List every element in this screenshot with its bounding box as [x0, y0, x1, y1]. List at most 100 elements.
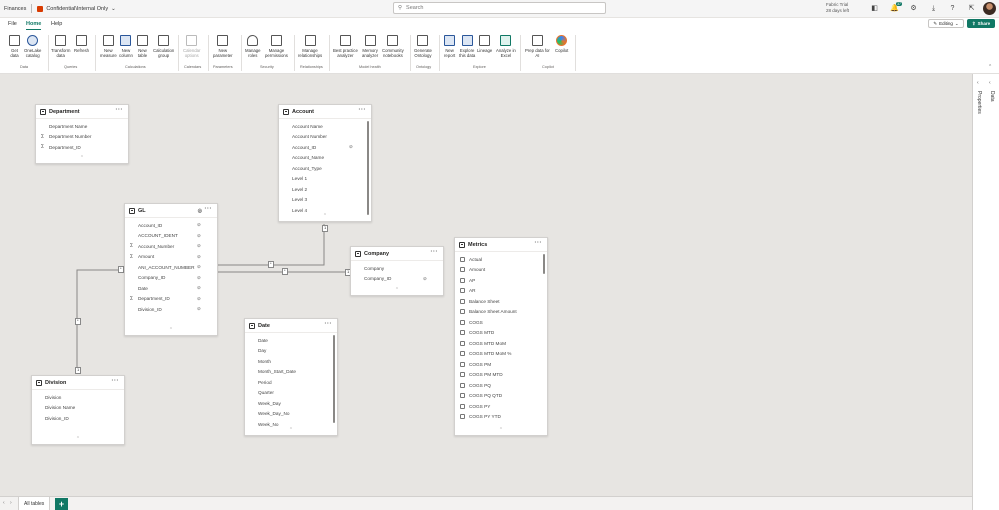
more-options-icon[interactable]: ···: [205, 206, 213, 212]
hidden-field-icon[interactable]: ⊘: [197, 254, 201, 260]
collapse-card-icon[interactable]: ⌃: [245, 427, 337, 433]
properties-pane-tab[interactable]: Properties: [976, 91, 982, 114]
field-row[interactable]: Account Name: [279, 121, 371, 132]
field-row[interactable]: Actual: [455, 254, 547, 265]
field-row[interactable]: Amount: [455, 265, 547, 276]
field-row[interactable]: Level 2: [279, 184, 371, 195]
field-row[interactable]: Department Name: [36, 121, 128, 132]
table-card-company[interactable]: Company ··· Company Company_ID ⊘ ⌃: [350, 246, 444, 296]
field-row[interactable]: COGS: [455, 317, 547, 328]
hidden-field-icon[interactable]: ⊘: [197, 285, 201, 291]
field-row[interactable]: AR: [455, 286, 547, 297]
field-row[interactable]: Division Name: [32, 403, 124, 414]
field-row[interactable]: Day: [245, 346, 337, 357]
field-row[interactable]: COGS PQ QTD: [455, 391, 547, 402]
field-row[interactable]: Account_ID ⊘: [279, 142, 371, 153]
field-row[interactable]: COGS MTD MoM: [455, 338, 547, 349]
field-row[interactable]: COGS PM: [455, 359, 547, 370]
collapse-card-icon[interactable]: ⌃: [455, 427, 547, 433]
field-row[interactable]: Account_Name: [279, 153, 371, 164]
table-card-account[interactable]: Account ··· Account Name Account Number Ac…: [278, 104, 372, 222]
field-row[interactable]: Week_Day: [245, 398, 337, 409]
field-row[interactable]: ACCOUNT_IDENT ⊘: [125, 231, 217, 242]
field-row[interactable]: Σ Account_Number ⊘: [125, 241, 217, 252]
hidden-field-icon[interactable]: ⊘: [197, 233, 201, 239]
more-options-icon[interactable]: ···: [359, 107, 367, 113]
more-options-icon[interactable]: ···: [116, 107, 124, 113]
table-card-date[interactable]: Date ··· Date Day Month Month_Start_Date Per…: [244, 318, 338, 436]
hidden-field-icon[interactable]: ⊘: [197, 275, 201, 281]
tab-all-tables[interactable]: All tables: [18, 497, 51, 510]
table-card-metrics[interactable]: Metrics ··· Actual Amount AP AR Balance Shee…: [454, 237, 548, 436]
field-row[interactable]: Division: [32, 392, 124, 403]
table-header[interactable]: Date ···: [245, 319, 337, 333]
add-layout-button[interactable]: +: [55, 498, 68, 510]
table-header[interactable]: Account ···: [279, 105, 371, 119]
field-row[interactable]: Month: [245, 356, 337, 367]
field-row[interactable]: Division_ID: [32, 413, 124, 424]
field-row[interactable]: COGS MTD MoM %: [455, 349, 547, 360]
hidden-field-icon[interactable]: ⊘: [349, 144, 353, 150]
expand-data-icon[interactable]: ‹: [989, 80, 991, 86]
field-row[interactable]: Σ Department Number: [36, 132, 128, 143]
data-pane-tab[interactable]: Data: [989, 91, 995, 102]
table-header[interactable]: GL ◎ ···: [125, 204, 217, 218]
field-row[interactable]: Σ Department_ID ⊘: [125, 294, 217, 305]
hidden-field-icon[interactable]: ⊘: [197, 296, 201, 302]
field-row[interactable]: Month_Start_Date: [245, 367, 337, 378]
hidden-field-icon[interactable]: ⊘: [423, 276, 427, 282]
collapse-card-icon[interactable]: ⌃: [32, 436, 124, 442]
hidden-field-icon[interactable]: ⊘: [197, 306, 201, 312]
field-row[interactable]: Company: [351, 263, 443, 274]
table-card-department[interactable]: Department ··· Department Name Σ Departmen…: [35, 104, 129, 164]
field-row[interactable]: Week_Day_No: [245, 409, 337, 420]
field-row[interactable]: Date ⊘: [125, 283, 217, 294]
field-row[interactable]: Balance Sheet: [455, 296, 547, 307]
collapse-card-icon[interactable]: ⌃: [36, 155, 128, 161]
field-row[interactable]: Company_ID ⊘: [125, 273, 217, 284]
field-row[interactable]: Balance Sheet Amount: [455, 307, 547, 318]
collapse-card-icon[interactable]: ⌃: [125, 327, 217, 333]
field-row[interactable]: Account Number: [279, 132, 371, 143]
table-header[interactable]: Department ···: [36, 105, 128, 119]
more-options-icon[interactable]: ···: [431, 249, 439, 255]
field-row[interactable]: COGS PM MTD: [455, 370, 547, 381]
hidden-field-icon[interactable]: ⊘: [197, 222, 201, 228]
field-row[interactable]: Σ Amount ⊘: [125, 252, 217, 263]
field-row[interactable]: COGS PQ: [455, 380, 547, 391]
table-card-gl[interactable]: GL ◎ ··· Account_ID ⊘ ACCOUNT_IDENT ⊘ Σ Accou…: [124, 203, 218, 336]
hidden-field-icon[interactable]: ⊘: [197, 243, 201, 249]
table-header[interactable]: Metrics ···: [455, 238, 547, 252]
field-row[interactable]: ANI_ACCOUNT_NUMBER ⊘: [125, 262, 217, 273]
more-options-icon[interactable]: ···: [325, 321, 333, 327]
collapse-card-icon[interactable]: ⌃: [279, 213, 371, 219]
scrollbar[interactable]: [333, 335, 335, 423]
field-row[interactable]: COGS PY YTD: [455, 412, 547, 423]
more-options-icon[interactable]: ···: [535, 240, 543, 246]
previous-tab-icon[interactable]: ‹: [3, 500, 5, 506]
table-card-division[interactable]: Division ··· Division Division Name Divisi…: [31, 375, 125, 445]
field-row[interactable]: Period: [245, 377, 337, 388]
field-row[interactable]: Date: [245, 335, 337, 346]
field-row[interactable]: Level 1: [279, 174, 371, 185]
field-row[interactable]: Account_ID ⊘: [125, 220, 217, 231]
field-row[interactable]: AP: [455, 275, 547, 286]
field-row[interactable]: Σ Department_ID: [36, 142, 128, 153]
more-options-icon[interactable]: ···: [112, 378, 120, 384]
hidden-field-icon[interactable]: ⊘: [197, 264, 201, 270]
scrollbar[interactable]: [543, 254, 545, 274]
next-tab-icon[interactable]: ›: [10, 500, 12, 506]
field-row[interactable]: COGS PY: [455, 401, 547, 412]
expand-properties-icon[interactable]: ‹: [977, 80, 979, 86]
field-row[interactable]: Company_ID ⊘: [351, 274, 443, 285]
hidden-eye-icon[interactable]: ◎: [198, 208, 202, 214]
field-row[interactable]: Level 3: [279, 195, 371, 206]
field-row[interactable]: Account_Type: [279, 163, 371, 174]
table-header[interactable]: Company ···: [351, 247, 443, 261]
field-row[interactable]: COGS MTD: [455, 328, 547, 339]
field-row[interactable]: Division_ID ⊘: [125, 304, 217, 315]
collapse-card-icon[interactable]: ⌃: [351, 287, 443, 293]
field-row[interactable]: Quarter: [245, 388, 337, 399]
table-header[interactable]: Division ···: [32, 376, 124, 390]
scrollbar[interactable]: [367, 121, 369, 215]
